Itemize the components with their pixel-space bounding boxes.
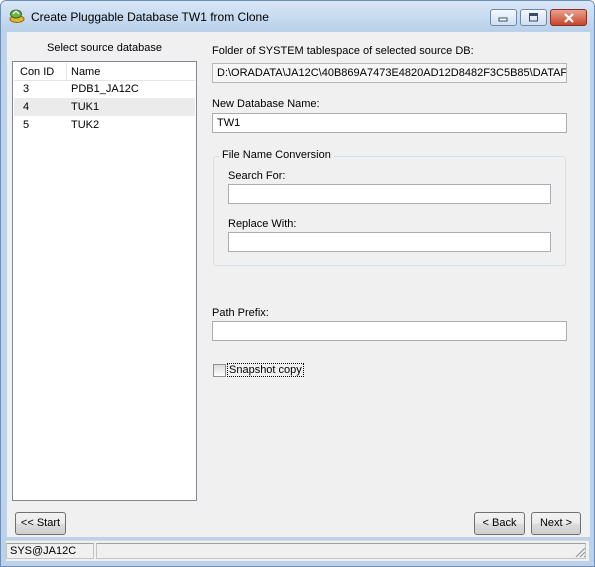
- file-name-conversion-title: File Name Conversion: [219, 149, 334, 161]
- column-divider[interactable]: [66, 63, 67, 80]
- close-button[interactable]: [550, 9, 587, 26]
- folder-label: Folder of SYSTEM tablespace of selected …: [212, 45, 474, 57]
- column-header-name[interactable]: Name: [71, 66, 100, 78]
- list-item[interactable]: 4 TUK1: [14, 98, 195, 116]
- con-id-cell: 5: [23, 119, 30, 131]
- snapshot-copy-checkbox[interactable]: [213, 364, 226, 377]
- list-item[interactable]: 5 TUK2: [14, 116, 195, 134]
- con-id-cell: 4: [23, 101, 30, 113]
- minimize-button[interactable]: [490, 9, 517, 26]
- list-item[interactable]: 3 PDB1_JA12C: [14, 80, 195, 98]
- status-bar: SYS@JA12C: [6, 540, 589, 561]
- path-prefix-label: Path Prefix:: [212, 307, 269, 319]
- name-cell: TUK2: [71, 119, 100, 131]
- new-database-name-input[interactable]: TW1: [212, 113, 567, 133]
- source-database-list[interactable]: Con ID Name 3 PDB1_JA12C 4 TUK1 5 TUK2: [12, 61, 197, 501]
- title-bar[interactable]: Create Pluggable Database TW1 from Clone: [1, 1, 594, 31]
- column-header-con-id[interactable]: Con ID: [20, 66, 54, 78]
- window-title: Create Pluggable Database TW1 from Clone: [31, 10, 269, 24]
- search-for-label: Search For:: [228, 170, 286, 182]
- name-cell: TUK1: [71, 101, 100, 113]
- start-button[interactable]: << Start: [15, 512, 66, 535]
- new-database-name-label: New Database Name:: [212, 98, 320, 110]
- back-button[interactable]: < Back: [474, 512, 525, 535]
- close-icon: [563, 12, 574, 23]
- resize-grip-icon[interactable]: [574, 546, 586, 558]
- source-list-heading: Select source database: [47, 42, 162, 54]
- status-panel-message: [96, 543, 586, 559]
- search-for-input[interactable]: [228, 184, 551, 204]
- maximize-button[interactable]: [520, 9, 547, 26]
- replace-with-input[interactable]: [228, 232, 551, 252]
- minimize-icon: [498, 17, 508, 22]
- path-prefix-input[interactable]: [212, 321, 567, 341]
- list-header: Con ID Name: [14, 63, 195, 81]
- replace-with-label: Replace With:: [228, 218, 297, 230]
- name-cell: PDB1_JA12C: [71, 83, 139, 95]
- maximize-icon: [529, 13, 538, 22]
- snapshot-copy-label[interactable]: Snapshot copy: [227, 363, 304, 377]
- folder-path-field[interactable]: D:\ORADATA\JA12C\40B869A7473E4820AD12D84…: [212, 63, 567, 83]
- status-panel-connection: SYS@JA12C: [6, 543, 94, 559]
- con-id-cell: 3: [23, 83, 30, 95]
- connection-status: SYS@JA12C: [10, 545, 77, 557]
- database-app-icon: [9, 9, 25, 23]
- next-button[interactable]: Next >: [531, 512, 581, 535]
